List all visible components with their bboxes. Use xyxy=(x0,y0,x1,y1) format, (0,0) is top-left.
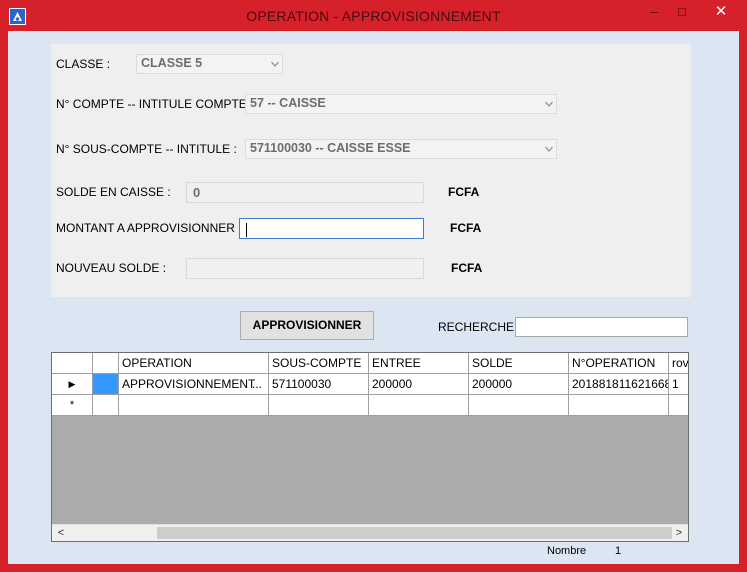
selected-cell[interactable] xyxy=(93,374,119,395)
montant-input[interactable] xyxy=(239,218,424,239)
montant-label: MONTANT A APPROVISIONNER : xyxy=(56,221,242,235)
nouveau-solde-field[interactable] xyxy=(186,258,424,279)
cell-solde[interactable]: 200000 xyxy=(469,374,569,395)
column-header-num-operation[interactable]: N°OPERATION xyxy=(569,353,669,374)
compte-label: N° COMPTE -- INTITULE COMPTE: xyxy=(56,97,251,111)
column-header-solde[interactable]: SOLDE xyxy=(469,353,569,374)
application-window: OPERATION - APPROVISIONNEMENT – □ ✕ CLAS… xyxy=(0,0,747,572)
nouveau-solde-currency: FCFA xyxy=(451,261,483,275)
close-button[interactable]: ✕ xyxy=(705,2,737,24)
text-cursor xyxy=(246,222,247,237)
scroll-right-arrow[interactable]: > xyxy=(672,526,686,540)
window-title: OPERATION - APPROVISIONNEMENT xyxy=(246,8,501,24)
column-header-rov[interactable]: rov xyxy=(669,353,688,374)
cell-rov[interactable]: 1 xyxy=(669,374,688,395)
new-cell[interactable] xyxy=(93,395,119,416)
column-header-entree[interactable]: ENTREE xyxy=(369,353,469,374)
solde-currency: FCFA xyxy=(448,185,480,199)
souscompte-select[interactable]: 571100030 -- CAISSE ESSE xyxy=(245,139,557,159)
new-cell[interactable] xyxy=(119,395,269,416)
new-cell[interactable] xyxy=(569,395,669,416)
souscompte-select-value: 571100030 -- CAISSE ESSE xyxy=(250,141,411,155)
cell-entree[interactable]: 200000 xyxy=(369,374,469,395)
new-cell[interactable] xyxy=(669,395,688,416)
solde-label: SOLDE EN CAISSE : xyxy=(56,185,171,199)
corner-cell[interactable] xyxy=(52,353,93,374)
client-area: CLASSE : CLASSE 5 N° COMPTE -- INTITULE … xyxy=(8,31,739,564)
count-value: 1 xyxy=(615,545,622,557)
cell-operation-text: APPROVISIONNEMENT xyxy=(122,377,256,391)
row-header-current[interactable]: ▶ xyxy=(52,374,93,395)
solde-field[interactable]: 0 xyxy=(186,182,424,203)
cell-num-operation[interactable]: 201881811621668 xyxy=(569,374,669,395)
search-input[interactable] xyxy=(515,317,688,337)
count-label: Nombre xyxy=(547,545,587,557)
maximize-button[interactable]: □ xyxy=(668,2,696,24)
row-header-new[interactable]: * xyxy=(52,395,93,416)
form-panel: CLASSE : CLASSE 5 N° COMPTE -- INTITULE … xyxy=(51,44,691,297)
nouveau-solde-label: NOUVEAU SOLDE : xyxy=(56,261,167,275)
column-header-blank[interactable] xyxy=(93,353,119,374)
scroll-left-arrow[interactable]: < xyxy=(54,526,68,540)
horizontal-scrollbar[interactable]: < > xyxy=(52,524,688,541)
chevron-down-icon xyxy=(545,146,553,152)
souscompte-label: N° SOUS-COMPTE -- INTITULE : xyxy=(56,142,237,156)
scrollbar-thumb[interactable] xyxy=(157,527,672,539)
new-cell[interactable] xyxy=(469,395,569,416)
approvisionner-button[interactable]: APPROVISIONNER xyxy=(240,311,374,340)
cell-sous-compte[interactable]: 571100030 xyxy=(269,374,369,395)
classe-label: CLASSE : xyxy=(56,57,111,71)
classe-select[interactable]: CLASSE 5 xyxy=(136,54,283,74)
compte-select-value: 57 -- CAISSE xyxy=(250,96,326,110)
chevron-down-icon xyxy=(271,61,279,67)
classe-select-value: CLASSE 5 xyxy=(141,56,203,70)
chevron-down-icon xyxy=(545,101,553,107)
new-cell[interactable] xyxy=(369,395,469,416)
montant-currency: FCFA xyxy=(450,221,482,235)
minimize-button[interactable]: – xyxy=(640,2,668,24)
cell-operation[interactable]: APPROVISIONNEMENT ... xyxy=(119,374,269,395)
new-cell[interactable] xyxy=(269,395,369,416)
column-header-sous-compte[interactable]: SOUS-COMPTE xyxy=(269,353,369,374)
compte-select[interactable]: 57 -- CAISSE xyxy=(245,94,557,114)
title-bar[interactable]: OPERATION - APPROVISIONNEMENT – □ ✕ xyxy=(0,0,747,31)
recherche-label: RECHERCHE xyxy=(438,320,515,334)
cell-operation-ellipsis: ... xyxy=(251,377,262,391)
operations-grid[interactable]: OPERATION SOUS-COMPTE ENTREE SOLDE N°OPE… xyxy=(51,352,689,542)
column-header-operation[interactable]: OPERATION xyxy=(119,353,269,374)
